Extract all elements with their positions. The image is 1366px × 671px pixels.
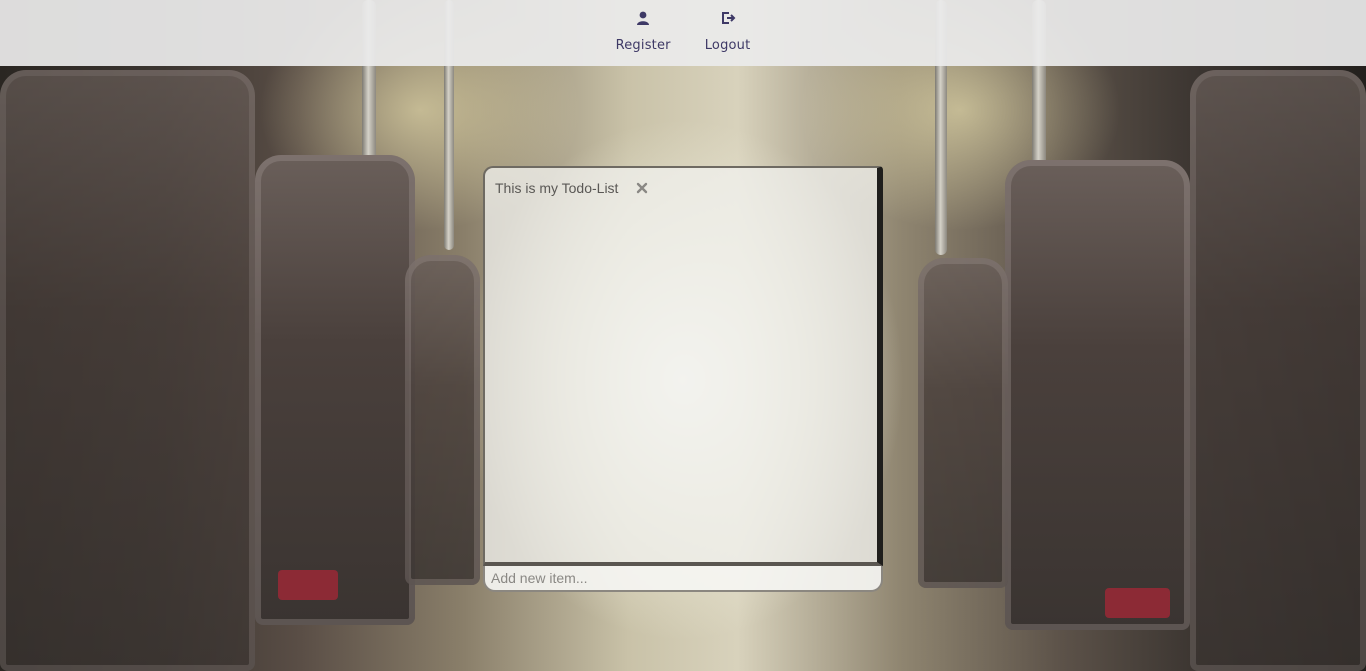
logout-label: Logout xyxy=(704,38,751,53)
new-item-input[interactable] xyxy=(483,566,883,592)
top-navbar: Register Logout xyxy=(0,0,1366,66)
bus-seat xyxy=(918,258,1008,588)
register-label: Register xyxy=(615,38,671,53)
bus-seat xyxy=(1005,160,1190,630)
bus-seat xyxy=(255,155,415,625)
todo-header: This is my Todo-List xyxy=(495,180,648,196)
seat-cushion xyxy=(278,570,338,600)
bus-seat xyxy=(0,70,255,671)
close-icon[interactable] xyxy=(636,182,648,194)
todo-panel: This is my Todo-List xyxy=(483,166,883,566)
register-link[interactable]: Register xyxy=(616,10,671,53)
user-icon xyxy=(637,11,650,25)
todo-list xyxy=(495,208,867,552)
bus-seat xyxy=(405,255,480,585)
logout-link[interactable]: Logout xyxy=(705,10,751,53)
seat-cushion xyxy=(1105,588,1170,618)
logout-icon xyxy=(721,12,735,24)
bus-seat xyxy=(1190,70,1366,671)
todo-title: This is my Todo-List xyxy=(495,180,619,196)
